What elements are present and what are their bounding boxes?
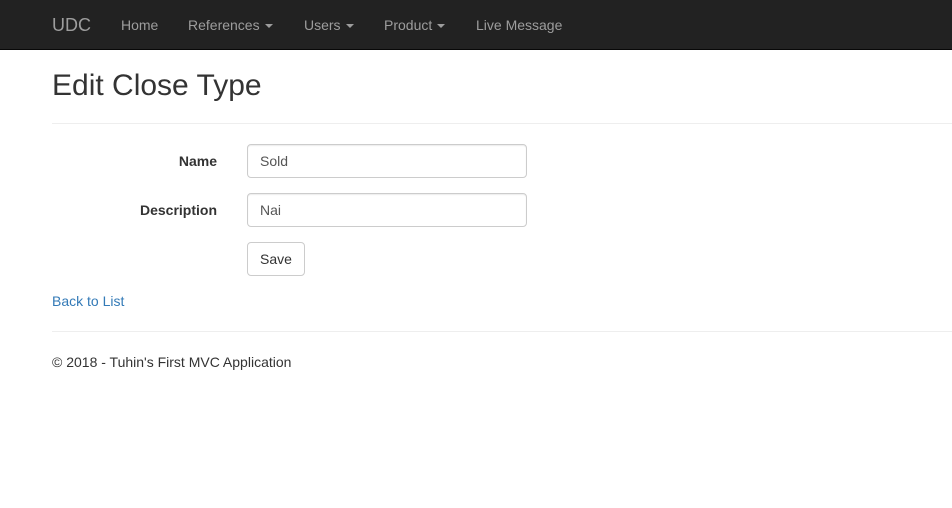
nav-item-product[interactable]: Product	[384, 16, 446, 34]
back-to-list-link[interactable]: Back to List	[52, 292, 124, 310]
title-divider	[52, 123, 952, 124]
chevron-down-icon	[264, 24, 273, 29]
nav-item-live-message[interactable]: Live Message	[476, 16, 562, 34]
name-label: Name	[178, 153, 217, 169]
description-label: Description	[139, 202, 217, 218]
nav-item-users-label: Users	[304, 17, 341, 33]
nav-item-references-label: References	[188, 17, 260, 33]
save-button[interactable]: Save	[247, 242, 305, 276]
nav-item-users[interactable]: Users	[304, 16, 354, 34]
chevron-down-icon	[345, 24, 354, 29]
name-input[interactable]	[247, 144, 527, 178]
nav-item-references[interactable]: References	[188, 16, 273, 34]
page-title: Edit Close Type	[52, 69, 262, 102]
nav-item-live-message-label: Live Message	[476, 17, 563, 33]
chevron-down-icon	[437, 24, 446, 29]
footer-copyright: © 2018 - Tuhin's First MVC Application	[52, 354, 292, 370]
description-input[interactable]	[247, 193, 527, 227]
top-navbar: UDC Home References Users Product Live M…	[0, 0, 952, 50]
nav-item-product-label: Product	[384, 17, 433, 33]
nav-item-home-label: Home	[121, 17, 159, 33]
brand-link[interactable]: UDC	[52, 15, 91, 35]
footer-divider	[52, 331, 952, 332]
nav-item-home[interactable]: Home	[121, 16, 158, 34]
